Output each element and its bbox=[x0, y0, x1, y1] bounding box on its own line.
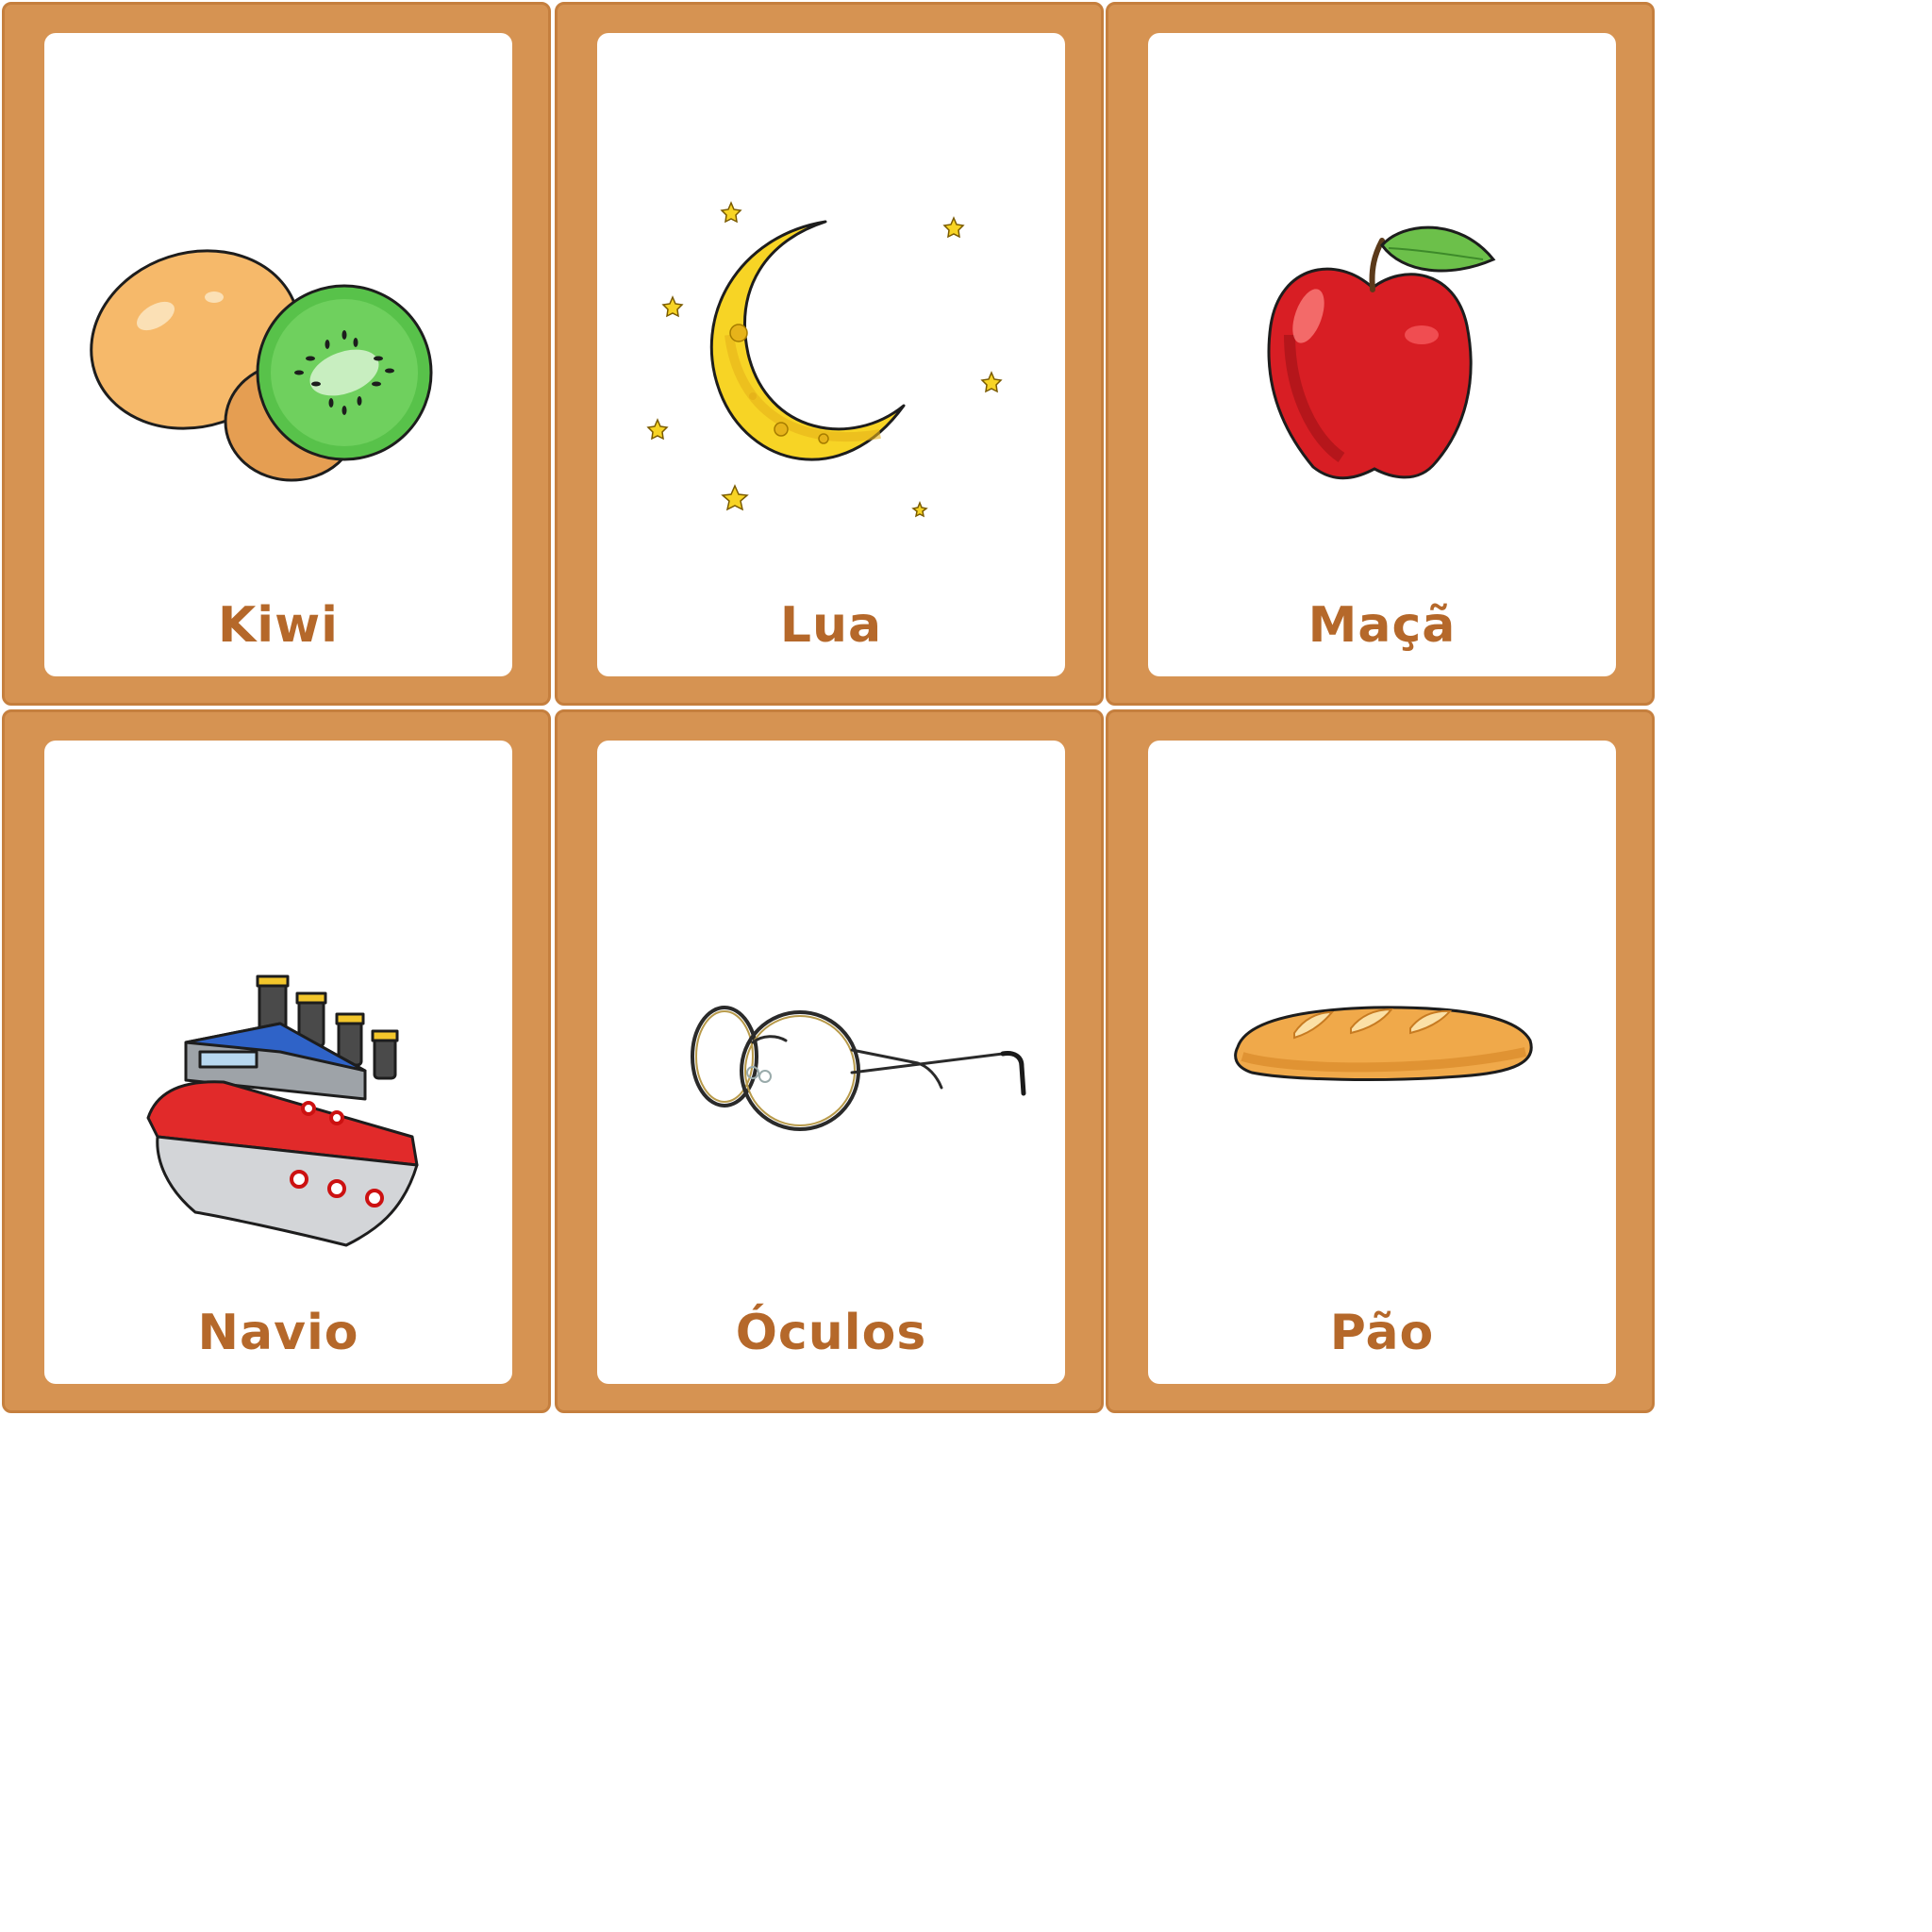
flashcard-bread: Pão bbox=[1106, 709, 1655, 1413]
flashcard-glasses: Óculos bbox=[555, 709, 1104, 1413]
flashcard-kiwi: Kiwi bbox=[2, 2, 551, 706]
glasses-icon bbox=[691, 1006, 1026, 1131]
moon-icon bbox=[646, 201, 1003, 518]
card-face: Óculos bbox=[597, 741, 1065, 1384]
flashcard-apple: Maçã bbox=[1106, 2, 1655, 706]
flashcard-ship: Navio bbox=[2, 709, 551, 1413]
card-label: Kiwi bbox=[218, 597, 339, 654]
card-label: Navio bbox=[197, 1305, 359, 1361]
flashcard-moon: Lua bbox=[555, 2, 1104, 706]
card-face: Pão bbox=[1148, 741, 1616, 1384]
card-label: Maçã bbox=[1307, 597, 1457, 654]
card-face: Navio bbox=[44, 741, 512, 1384]
apple-icon bbox=[1267, 225, 1496, 480]
card-label: Pão bbox=[1329, 1305, 1435, 1361]
ship-icon bbox=[146, 974, 419, 1247]
card-face: Kiwi bbox=[44, 33, 512, 676]
card-label: Lua bbox=[779, 597, 883, 654]
kiwi-icon bbox=[90, 249, 433, 482]
card-label: Óculos bbox=[735, 1305, 927, 1361]
card-face: Lua bbox=[597, 33, 1065, 676]
bread-icon bbox=[1234, 1006, 1533, 1081]
card-face: Maçã bbox=[1148, 33, 1616, 676]
